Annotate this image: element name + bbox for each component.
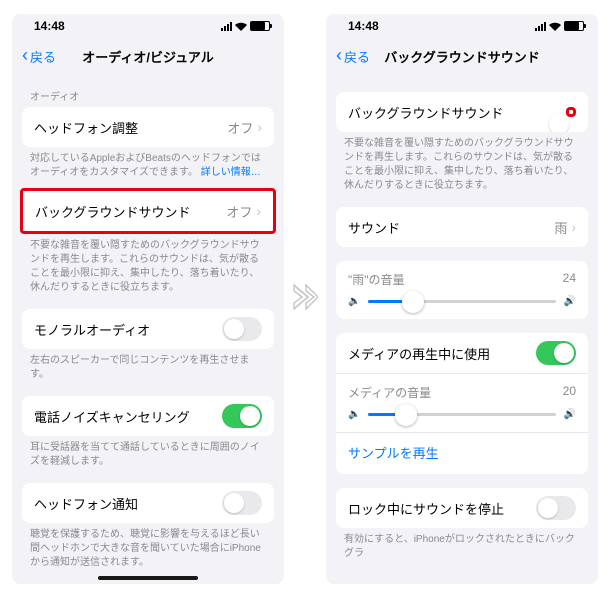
- chevron-left-icon: ‹: [336, 46, 342, 64]
- group-bg-toggle: バックグラウンドサウンド: [336, 92, 588, 132]
- row-background-sound[interactable]: バックグラウンドサウンド オフ ›: [23, 191, 273, 231]
- group-noise-cancel: 電話ノイズキャンセリング: [22, 396, 274, 436]
- home-indicator[interactable]: [98, 576, 198, 580]
- wifi-icon: [235, 22, 247, 31]
- chevron-right-icon: ›: [256, 203, 261, 219]
- play-sample-link[interactable]: サンプルを再生: [336, 433, 588, 474]
- group-sound: サウンド 雨 ›: [336, 207, 588, 247]
- row-label: モノラルオーディオ: [34, 320, 150, 339]
- status-icons: [535, 21, 584, 31]
- row-bg-toggle[interactable]: バックグラウンドサウンド: [336, 92, 588, 132]
- row-lock-stop[interactable]: ロック中にサウンドを停止: [336, 488, 588, 528]
- row-label: ヘッドフォン調整: [34, 118, 138, 137]
- row-value: オフ ›: [227, 118, 262, 137]
- highlight-background-sound: バックグラウンドサウンド オフ ›: [20, 188, 276, 234]
- row-value: 雨 ›: [554, 218, 576, 237]
- group-volume-rain: "雨"の音量 24 🔈 🔊: [336, 261, 588, 319]
- slider-media-volume[interactable]: 🔈 🔊: [348, 409, 576, 420]
- content: バックグラウンドサウンド 不要な雑音を覆い隠すためのバックグラウンドサウンドを再…: [326, 74, 598, 584]
- row-label: バックグラウンドサウンド: [348, 103, 503, 122]
- row-noise-cancel[interactable]: 電話ノイズキャンセリング: [22, 396, 274, 436]
- status-time: 14:48: [348, 19, 379, 33]
- footer-headphone-adjust: 対応しているAppleおよびBeatsのヘッドフォンではオーディオをカスタマイズ…: [22, 147, 274, 180]
- group-background-sound: バックグラウンドサウンド オフ ›: [23, 191, 273, 231]
- battery-icon: [564, 21, 584, 31]
- footer-headphone-notify: 聴覚を保護するため、聴覚に影響を与えるほど長い間ヘッドホンで大きな音を聞いていた…: [22, 523, 274, 570]
- footer-bg-toggle: 不要な雑音を覆い隠すためのバックグラウンドサウンドを再生します。これらのサウンド…: [336, 132, 588, 193]
- wifi-icon: [549, 22, 561, 31]
- row-label: ヘッドフォン通知: [34, 494, 138, 513]
- row-value: オフ ›: [226, 202, 261, 221]
- speaker-low-icon: 🔈: [348, 409, 360, 420]
- back-button[interactable]: ‹ 戻る: [22, 47, 56, 66]
- slider-rain-volume[interactable]: 🔈 🔊: [348, 296, 576, 307]
- nav-bar: ‹ 戻る オーディオ/ビジュアル: [12, 38, 284, 74]
- status-bar: 14:48: [12, 14, 284, 38]
- speaker-low-icon: 🔈: [348, 296, 360, 307]
- slider-value: 24: [563, 271, 576, 288]
- footer-background-sound: 不要な雑音を覆い隠すためのバックグラウンドサウンドを再生します。これらのサウンド…: [22, 234, 274, 295]
- row-media-use[interactable]: メディアの再生中に使用: [336, 333, 588, 373]
- row-headphone-notify[interactable]: ヘッドフォン通知: [22, 483, 274, 523]
- details-link[interactable]: 詳しい情報…: [201, 167, 261, 178]
- status-icons: [221, 21, 270, 31]
- footer-mono: 左右のスピーカーで同じコンテンツを再生させます。: [22, 349, 274, 382]
- row-mono-audio[interactable]: モノラルオーディオ: [22, 309, 274, 349]
- group-mono: モノラルオーディオ: [22, 309, 274, 349]
- footer-lock-stop: 有効にすると、iPhoneがロックされたときにバックグラ: [336, 528, 588, 561]
- row-label: バックグラウンドサウンド: [35, 202, 190, 221]
- group-headphone-notify: ヘッドフォン通知: [22, 483, 274, 523]
- row-sound[interactable]: サウンド 雨 ›: [336, 207, 588, 247]
- row-volume-media: メディアの音量 20 🔈 🔊: [336, 373, 588, 432]
- row-headphone-adjust[interactable]: ヘッドフォン調整 オフ ›: [22, 107, 274, 147]
- highlight-toggle: [566, 107, 576, 117]
- row-label: メディアの再生中に使用: [348, 344, 490, 363]
- screen-audio-visual: 14:48 ‹ 戻る オーディオ/ビジュアル オーディオ ヘッドフォン調整 オフ…: [12, 14, 284, 584]
- group-lock-stop: ロック中にサウンドを停止: [336, 488, 588, 528]
- toggle-headphone-notify[interactable]: [222, 491, 262, 515]
- arrow-icon: [292, 277, 318, 322]
- screen-background-sound: 14:48 ‹ 戻る バックグラウンドサウンド バックグラウンドサウンド 不要な…: [326, 14, 598, 584]
- toggle-mono[interactable]: [222, 317, 262, 341]
- cellular-icon: [535, 22, 546, 31]
- cellular-icon: [221, 22, 232, 31]
- toggle-noise-cancel[interactable]: [222, 404, 262, 428]
- status-bar: 14:48: [326, 14, 598, 38]
- slider-label: メディアの音量: [348, 384, 431, 401]
- back-button[interactable]: ‹ 戻る: [336, 47, 370, 66]
- chevron-right-icon: ›: [257, 119, 262, 135]
- battery-icon: [250, 21, 270, 31]
- group-headphone-adjust: ヘッドフォン調整 オフ ›: [22, 107, 274, 147]
- chevron-right-icon: ›: [571, 219, 576, 235]
- speaker-high-icon: 🔊: [564, 296, 576, 307]
- chevron-left-icon: ‹: [22, 46, 28, 64]
- row-volume-rain: "雨"の音量 24 🔈 🔊: [336, 261, 588, 319]
- row-label: ロック中にサウンドを停止: [348, 499, 504, 518]
- status-time: 14:48: [34, 19, 65, 33]
- group-media: メディアの再生中に使用 メディアの音量 20 🔈 🔊 サンプルを再生: [336, 333, 588, 474]
- nav-bar: ‹ 戻る バックグラウンドサウンド: [326, 38, 598, 74]
- toggle-media-use[interactable]: [536, 341, 576, 365]
- row-label: 電話ノイズキャンセリング: [34, 407, 190, 426]
- back-label: 戻る: [30, 47, 56, 66]
- back-label: 戻る: [344, 47, 370, 66]
- slider-label: "雨"の音量: [348, 271, 405, 288]
- speaker-high-icon: 🔊: [564, 409, 576, 420]
- section-label-audio: オーディオ: [22, 74, 274, 107]
- content: オーディオ ヘッドフォン調整 オフ › 対応しているAppleおよびBeatsの…: [12, 74, 284, 584]
- row-label: サウンド: [348, 218, 400, 237]
- footer-noise-cancel: 耳に受話器を当てて通話しているときに周囲のノイズを軽減します。: [22, 436, 274, 469]
- slider-value: 20: [563, 384, 576, 401]
- toggle-lock-stop[interactable]: [536, 496, 576, 520]
